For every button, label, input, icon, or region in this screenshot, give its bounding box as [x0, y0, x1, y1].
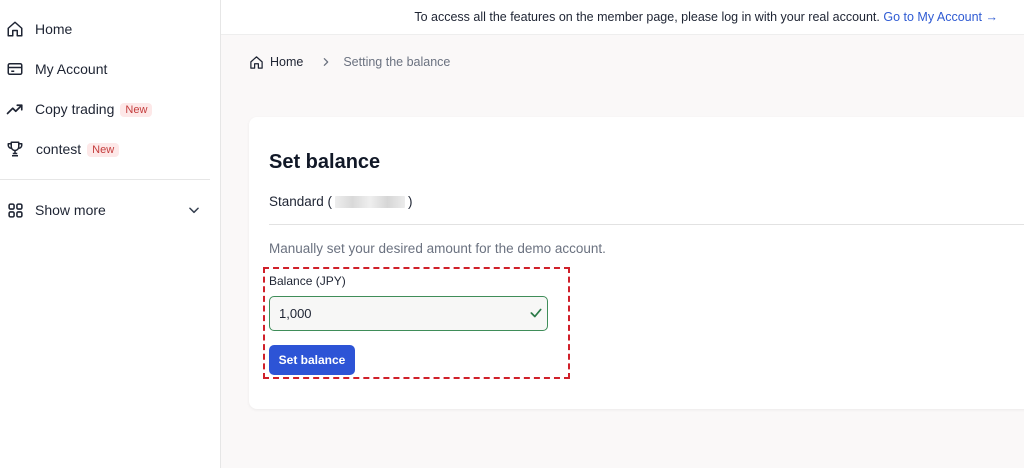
breadcrumb-current: Setting the balance [343, 55, 451, 69]
breadcrumb-home-link[interactable]: Home [270, 55, 303, 69]
sidebar-item-label: contest [36, 141, 82, 157]
account-suffix: ) [408, 194, 413, 209]
sidebar-item-label: Home [35, 21, 73, 37]
sidebar-item-label: Copy trading [35, 101, 115, 117]
balance-input[interactable] [269, 296, 548, 331]
account-type: Standard ( ) [269, 194, 413, 209]
trending-up-icon [6, 100, 24, 118]
go-to-my-account-link[interactable]: Go to My Account → [883, 10, 998, 24]
sidebar-item-copy-trading[interactable]: Copy trading New [0, 94, 210, 124]
sidebar-item-contest[interactable]: contest New [0, 134, 210, 164]
card-icon [6, 60, 24, 78]
card-description: Manually set your desired amount for the… [269, 241, 606, 256]
sidebar-item-label: My Account [35, 61, 108, 77]
show-more-label: Show more [35, 202, 106, 218]
page-title: Set balance [269, 151, 381, 173]
sidebar: Home My Account Copy trading New contest N… [0, 0, 221, 468]
grid-icon [6, 201, 24, 219]
new-badge: New [120, 103, 153, 117]
login-banner: To access all the features on the member… [221, 0, 1024, 35]
sidebar-show-more[interactable]: Show more [0, 195, 210, 225]
check-icon [529, 306, 543, 320]
new-badge: New [87, 143, 120, 157]
home-icon[interactable] [249, 55, 264, 70]
redacted-account-id [335, 195, 406, 208]
breadcrumb: Home Setting the balance [249, 54, 450, 70]
banner-message: To access all the features on the member… [414, 10, 880, 24]
trophy-icon [6, 140, 24, 158]
home-icon [6, 20, 24, 38]
balance-field-label: Balance (JPY) [269, 274, 346, 288]
chevron-right-icon [321, 57, 331, 67]
set-balance-card: Set balance Standard ( ) Manually set yo… [249, 117, 1024, 409]
card-divider [269, 224, 1024, 225]
sidebar-item-my-account[interactable]: My Account [0, 54, 210, 84]
sidebar-divider [0, 179, 210, 180]
sidebar-item-home[interactable]: Home [0, 14, 210, 44]
set-balance-button[interactable]: Set balance [269, 345, 355, 375]
chevron-down-icon [186, 202, 202, 218]
account-prefix: Standard ( [269, 194, 333, 209]
